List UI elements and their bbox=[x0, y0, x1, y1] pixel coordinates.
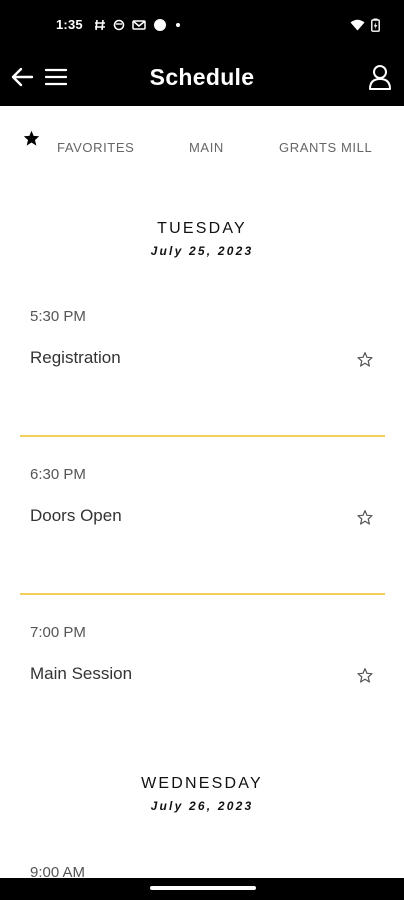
circle-icon bbox=[113, 19, 125, 31]
session-title: Main Session bbox=[30, 664, 133, 683]
star-outline-icon bbox=[357, 509, 373, 530]
home-gesture-handle[interactable] bbox=[150, 886, 256, 890]
app-bar: Schedule bbox=[0, 52, 404, 106]
schedule-tabs: FAVORITES MAIN GRANTS MILL bbox=[0, 106, 404, 172]
session-title: Doors Open bbox=[30, 506, 122, 525]
system-nav-bar bbox=[0, 878, 404, 900]
session-time: 7:00 PM bbox=[30, 624, 86, 641]
session-time: 6:30 PM bbox=[30, 466, 86, 483]
session-item[interactable]: 7:00 PM Main Session bbox=[0, 622, 404, 732]
star-icon bbox=[23, 130, 40, 150]
small-dot-icon bbox=[174, 21, 182, 29]
battery-icon bbox=[371, 18, 380, 32]
session-divider bbox=[20, 435, 385, 437]
tab-main[interactable]: MAIN bbox=[189, 140, 224, 155]
gmail-icon bbox=[132, 19, 146, 31]
session-title: Registration bbox=[30, 348, 121, 367]
day-header: WEDNESDAY July 26, 2023 bbox=[0, 775, 404, 813]
favorite-button[interactable] bbox=[356, 509, 374, 530]
profile-button[interactable] bbox=[366, 64, 394, 94]
session-item[interactable]: 5:30 PM Registration bbox=[0, 306, 404, 436]
status-bar: 1:35 bbox=[0, 0, 404, 52]
day-date: July 26, 2023 bbox=[150, 799, 254, 813]
status-system-icons bbox=[350, 17, 380, 33]
session-item[interactable]: 9:00 AM bbox=[0, 862, 404, 878]
page-title: Schedule bbox=[149, 64, 255, 90]
day-date: July 25, 2023 bbox=[150, 244, 254, 258]
tab-grants-mill[interactable]: GRANTS MILL bbox=[279, 140, 372, 155]
user-icon bbox=[368, 64, 392, 95]
status-time: 1:35 bbox=[56, 17, 83, 32]
session-divider bbox=[20, 593, 385, 595]
tab-favorites-star[interactable] bbox=[23, 130, 40, 151]
session-time: 5:30 PM bbox=[30, 308, 86, 325]
day-name: WEDNESDAY bbox=[141, 775, 263, 792]
dot-icon bbox=[153, 18, 167, 32]
favorite-button[interactable] bbox=[356, 667, 374, 688]
wifi-icon bbox=[350, 19, 365, 31]
status-notification-icons bbox=[94, 17, 182, 33]
star-outline-icon bbox=[357, 667, 373, 688]
session-item[interactable]: 6:30 PM Doors Open bbox=[0, 464, 404, 594]
star-outline-icon bbox=[357, 351, 373, 372]
favorite-button[interactable] bbox=[356, 351, 374, 372]
session-time: 9:00 AM bbox=[30, 864, 86, 878]
day-header: TUESDAY July 25, 2023 bbox=[0, 220, 404, 258]
hashtag-icon bbox=[94, 19, 106, 31]
tab-favorites[interactable]: FAVORITES bbox=[57, 140, 134, 155]
day-name: TUESDAY bbox=[157, 220, 247, 237]
